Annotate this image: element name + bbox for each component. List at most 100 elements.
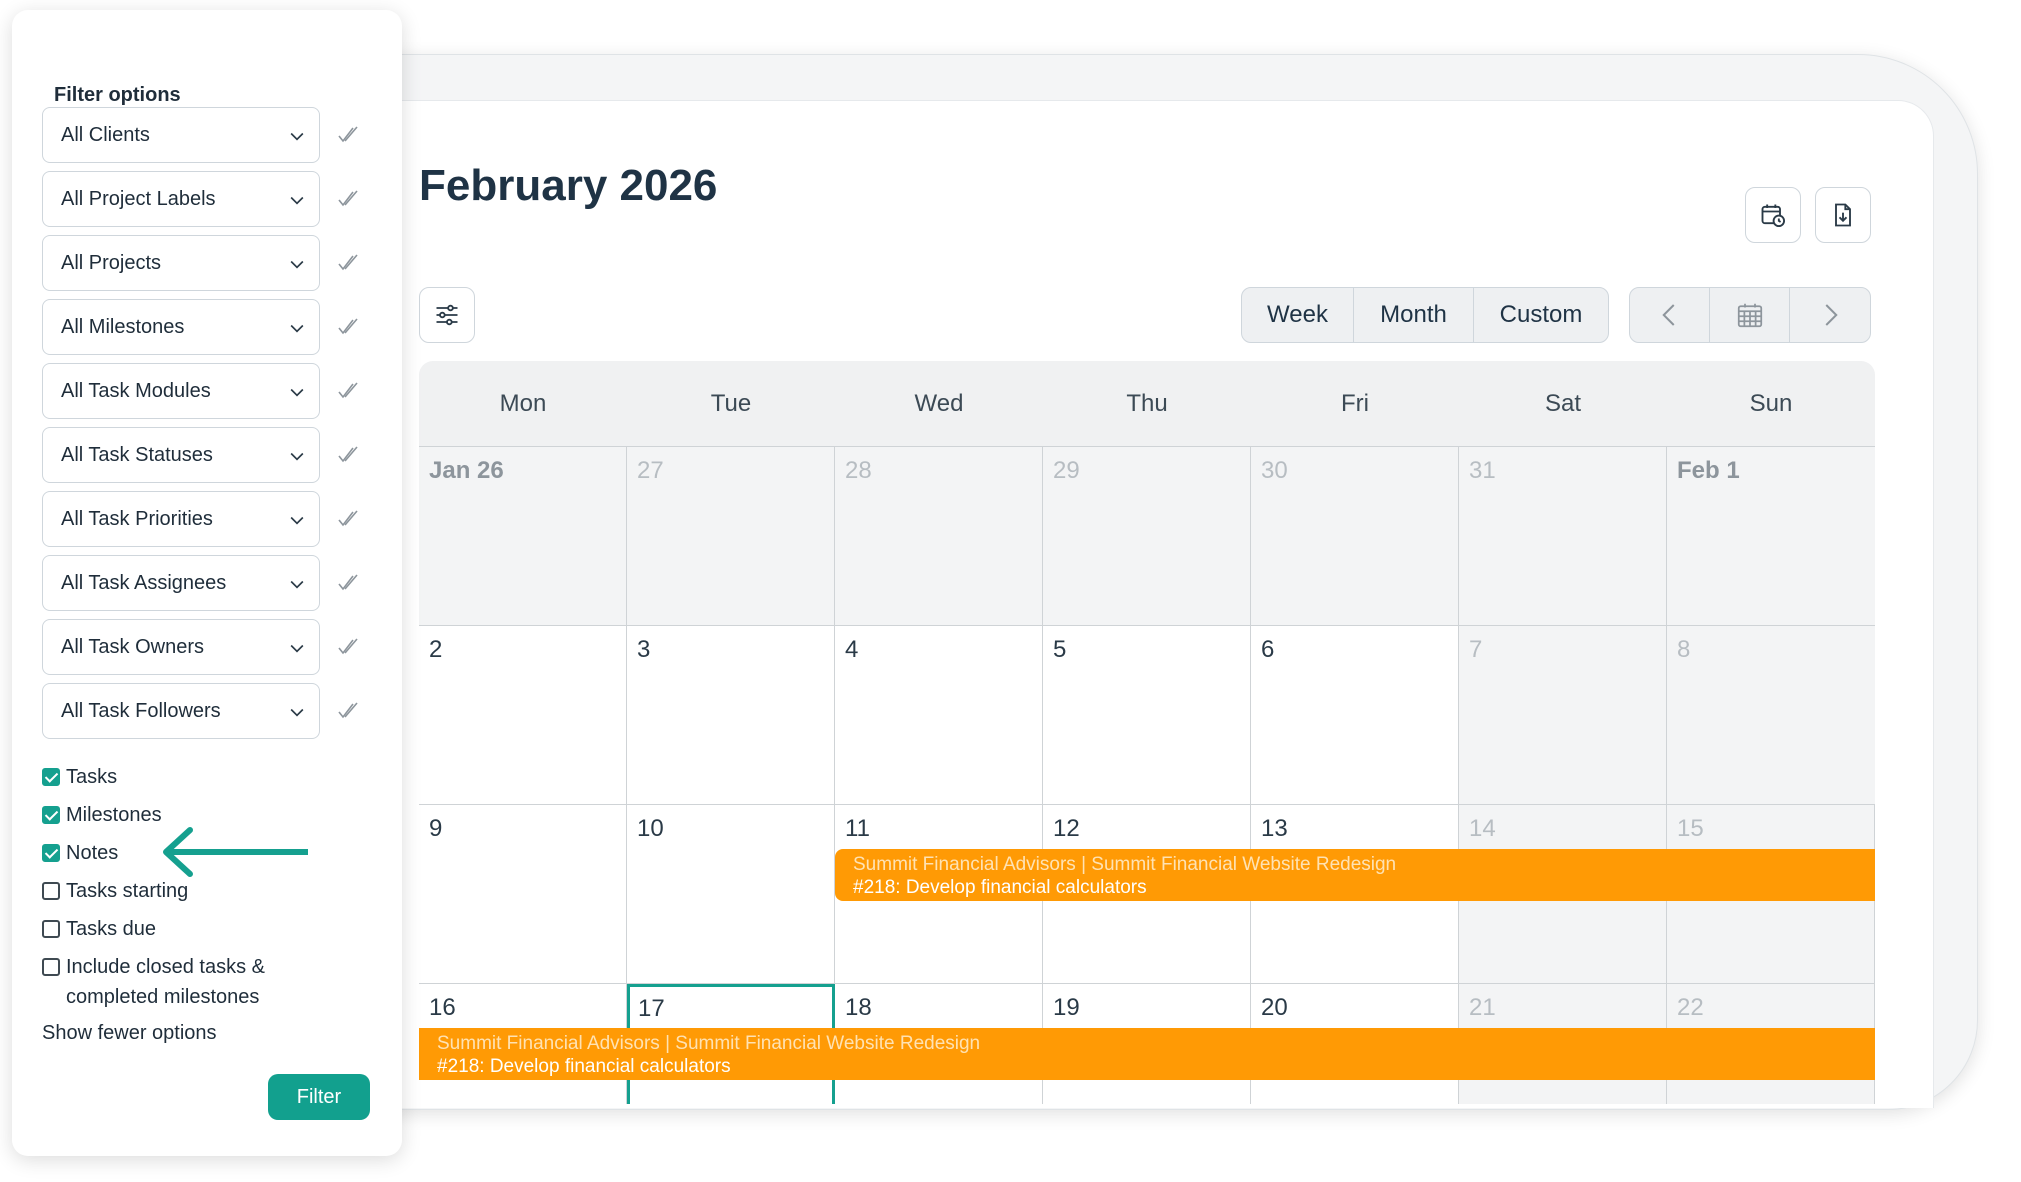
checkbox-box[interactable] [42,920,60,938]
select-all-check-icon[interactable] [336,379,360,403]
checkbox-label: Tasks due [66,918,157,940]
day-number: 22 [1677,994,1704,1021]
select-all-check-icon[interactable] [336,251,360,275]
select-all-check-icon[interactable] [336,187,360,211]
day-cell[interactable]: 8 [1667,626,1875,804]
calendar-icon [1737,303,1762,328]
day-cell[interactable]: 28 [835,447,1043,625]
day-number: 5 [1053,636,1067,663]
checkbox-tasks[interactable]: Tasks [42,762,117,792]
select-all-check-icon[interactable] [336,571,360,595]
week-row-2: 2 3 4 5 6 7 8 [419,626,1875,805]
checkbox-label: Include closed tasks & completed milesto… [66,956,265,1008]
weekday-sun: Sun [1749,389,1793,417]
chevron-down-icon [290,388,304,397]
day-cell[interactable]: 3 [627,626,835,804]
day-cell[interactable]: 27 [627,447,835,625]
week-row-1: Jan 26 27 28 29 30 31 Feb 1 [419,447,1875,626]
day-number: 19 [1053,994,1080,1021]
select-all-check-icon[interactable] [336,315,360,339]
day-number: 17 [638,995,665,1022]
select-all-check-icon[interactable] [336,699,360,723]
checkbox-box[interactable] [42,958,60,976]
day-number: 9 [429,815,443,842]
weekday-wed: Wed [914,389,964,417]
day-cell[interactable]: 31 [1459,447,1667,625]
day-cell[interactable]: 4 [835,626,1043,804]
export-button[interactable] [1815,187,1871,243]
day-cell[interactable]: 2 [419,626,627,804]
day-cell[interactable]: 29 [1043,447,1251,625]
week-view-button[interactable]: Week [1242,288,1354,342]
chevron-down-icon [290,132,304,141]
select-label: All Task Modules [61,379,211,402]
sliders-icon [436,304,458,326]
previous-button[interactable] [1630,288,1710,342]
weekday-mon: Mon [499,389,547,417]
chevron-down-icon [290,196,304,205]
day-number: 3 [637,636,651,663]
today-button[interactable] [1710,288,1790,342]
calendar-event[interactable]: Summit Financial Advisors | Summit Finan… [419,1028,1875,1080]
day-cell[interactable]: Jan 26 [419,447,627,625]
month-calendar: Mon Tue Wed Thu Fri Sat Sun Jan 26 27 28… [419,361,1875,1104]
chevron-left-icon [1661,304,1674,326]
checkbox-tasks-starting[interactable]: Tasks starting [42,876,188,906]
select-label: All Task Followers [61,699,221,722]
day-number: 29 [1053,457,1080,484]
show-fewer-options-link[interactable]: Show fewer options [42,1022,217,1045]
settings-button[interactable] [419,287,475,343]
chevron-down-icon [290,516,304,525]
day-cell[interactable]: 6 [1251,626,1459,804]
day-cell[interactable]: Feb 1 [1667,447,1875,625]
day-number: 8 [1677,636,1691,663]
select-task-assignees[interactable]: All Task Assignees [42,555,320,611]
checkbox-box[interactable] [42,844,60,862]
next-button[interactable] [1790,288,1870,342]
select-all-check-icon[interactable] [336,507,360,531]
file-download-icon [1835,203,1851,227]
day-cell[interactable]: 9 [419,805,627,983]
chevron-right-icon [1825,304,1838,326]
custom-view-button[interactable]: Custom [1474,288,1608,342]
select-milestones[interactable]: All Milestones [42,299,320,355]
select-all-check-icon[interactable] [336,635,360,659]
checkbox-notes[interactable]: Notes [42,838,118,868]
select-projects[interactable]: All Projects [42,235,320,291]
checkbox-box[interactable] [42,806,60,824]
checkbox-box[interactable] [42,882,60,900]
week-row-4: 16 17 18 19 20 21 22 Summit Financial Ad… [419,984,1875,1104]
select-label: All Task Priorities [61,507,213,530]
checkbox-milestones[interactable]: Milestones [42,800,162,830]
chevron-down-icon [290,708,304,717]
chevron-down-icon [290,260,304,269]
checkbox-box[interactable] [42,768,60,786]
checkbox-include-closed[interactable]: Include closed tasks & completed milesto… [42,952,282,1012]
day-cell[interactable]: 5 [1043,626,1251,804]
select-task-followers[interactable]: All Task Followers [42,683,320,739]
day-number: 2 [429,636,443,663]
day-number: 12 [1053,815,1080,842]
event-task: #218: Develop financial calculators [437,1056,731,1077]
select-all-check-icon[interactable] [336,443,360,467]
schedule-button[interactable] [1745,187,1801,243]
select-task-modules[interactable]: All Task Modules [42,363,320,419]
select-task-priorities[interactable]: All Task Priorities [42,491,320,547]
month-view-button[interactable]: Month [1354,288,1474,342]
select-all-check-icon[interactable] [336,123,360,147]
calendar-event[interactable]: Summit Financial Advisors | Summit Finan… [835,849,1875,901]
checkbox-label: Notes [66,842,119,864]
select-clients[interactable]: All Clients [42,107,320,163]
select-task-statuses[interactable]: All Task Statuses [42,427,320,483]
filter-button[interactable]: Filter [268,1074,370,1120]
day-cell[interactable]: 10 [627,805,835,983]
weekday-thu: Thu [1126,389,1168,417]
select-project-labels[interactable]: All Project Labels [42,171,320,227]
select-label: All Project Labels [61,187,216,210]
day-number: 15 [1677,815,1704,842]
select-task-owners[interactable]: All Task Owners [42,619,320,675]
calendar-screen: February 2026 Week Month Custom Mon Tue … [330,100,1934,1108]
day-cell[interactable]: 7 [1459,626,1667,804]
checkbox-tasks-due[interactable]: Tasks due [42,914,156,944]
day-cell[interactable]: 30 [1251,447,1459,625]
